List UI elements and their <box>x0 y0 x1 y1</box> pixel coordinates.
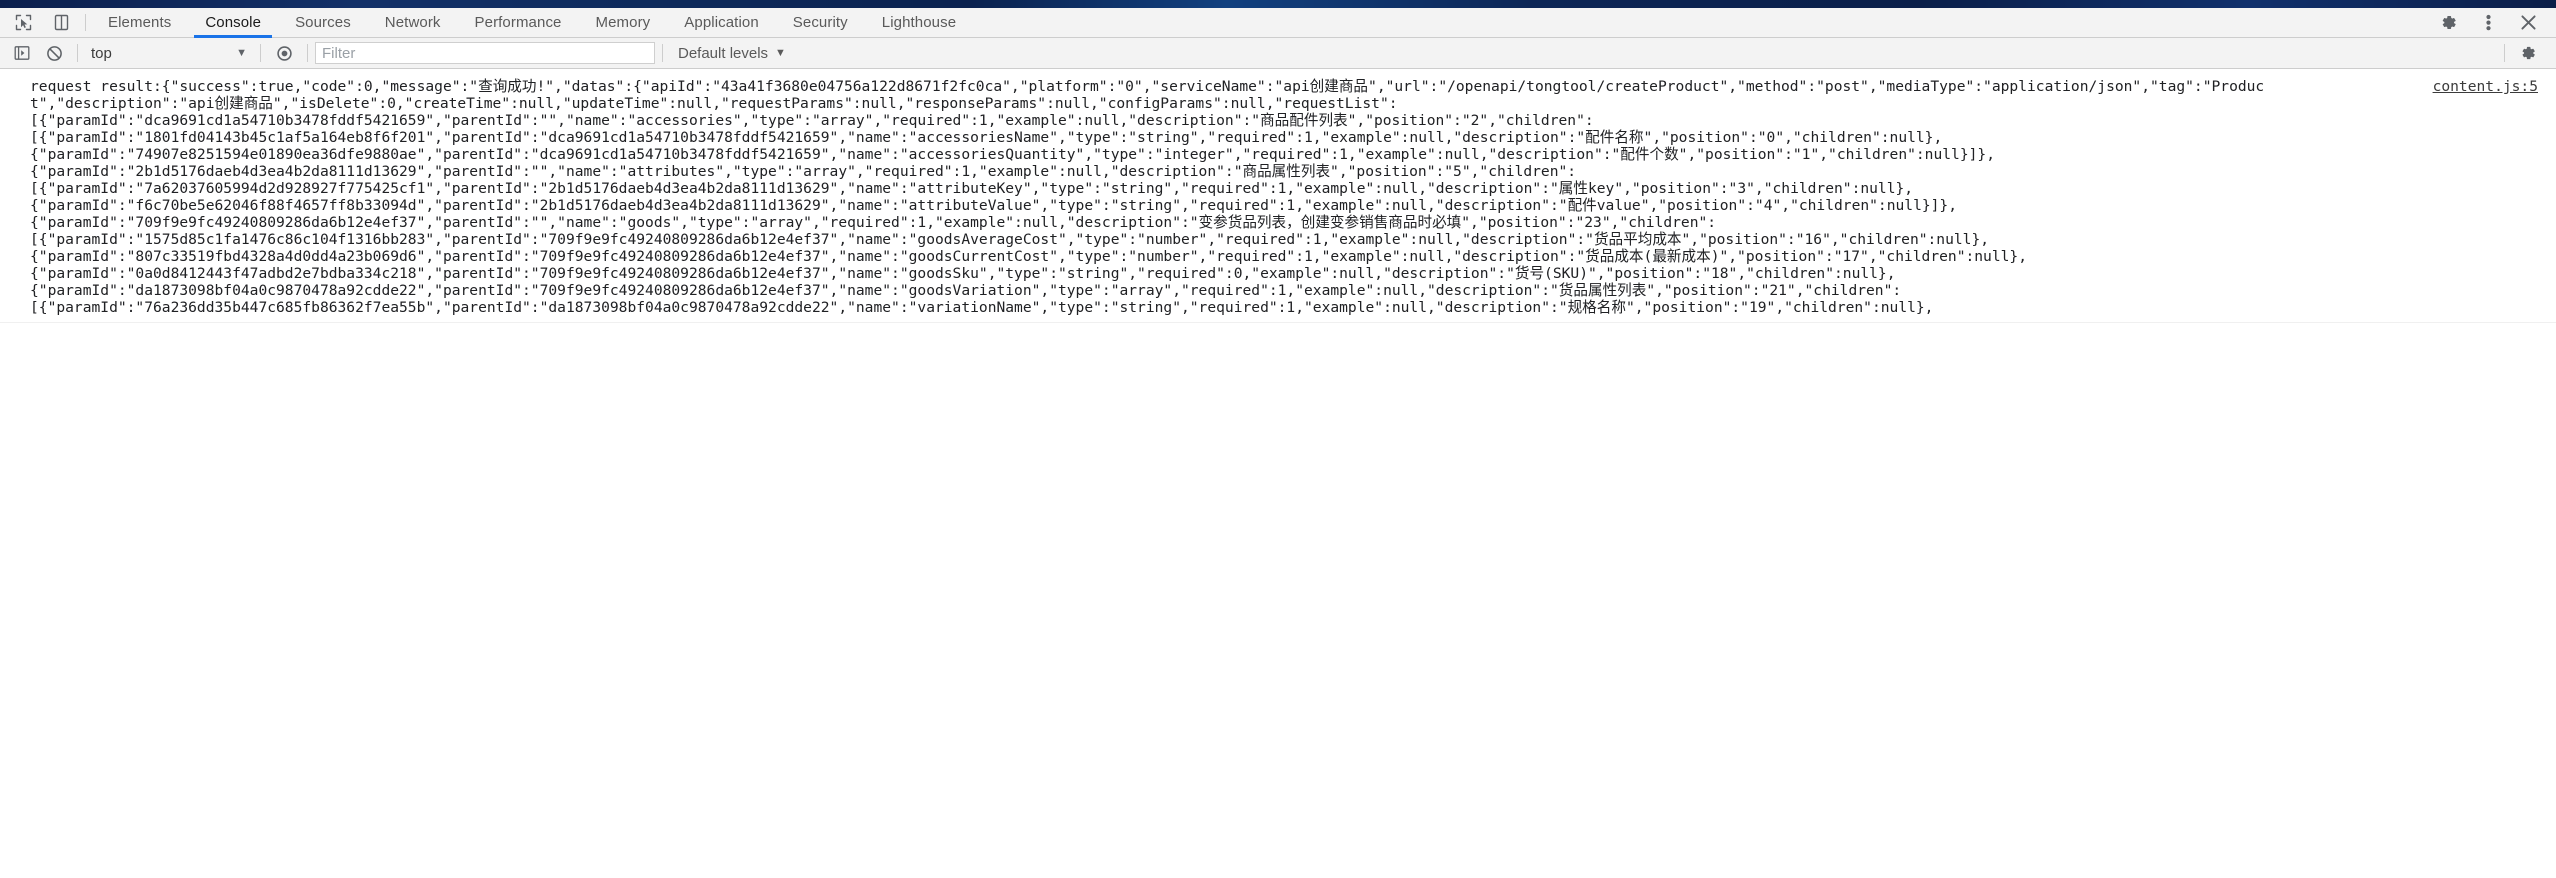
log-levels-dropdown[interactable]: Default levels ▼ <box>670 42 794 64</box>
tab-bar-actions <box>2428 8 2556 37</box>
tab-console[interactable]: Console <box>188 8 278 38</box>
console-filter-toolbar: top ▼ Default levels ▼ <box>0 38 2556 69</box>
console-sidebar-toggle-icon[interactable] <box>6 40 38 66</box>
filter-input[interactable] <box>315 42 655 64</box>
console-toolbar-actions <box>2497 40 2556 66</box>
toolbar-divider <box>77 44 78 62</box>
tab-security[interactable]: Security <box>776 8 865 37</box>
live-expression-eye-icon[interactable] <box>268 40 300 66</box>
tab-label: Lighthouse <box>881 14 957 31</box>
gear-icon[interactable] <box>2428 8 2468 38</box>
toolbar-divider <box>307 44 308 62</box>
execution-context-value: top <box>91 44 112 62</box>
tab-label: Sources <box>295 14 351 31</box>
execution-context-select[interactable]: top ▼ <box>85 42 253 64</box>
close-icon[interactable] <box>2508 8 2548 38</box>
tab-memory[interactable]: Memory <box>579 8 668 37</box>
tab-performance[interactable]: Performance <box>458 8 579 37</box>
device-toolbar-icon[interactable] <box>42 8 80 37</box>
tab-label: Memory <box>595 14 651 31</box>
tab-label: Network <box>384 14 441 31</box>
console-settings-gear-icon[interactable] <box>2512 40 2544 66</box>
clear-console-icon[interactable] <box>38 40 70 66</box>
tab-label: Performance <box>474 14 562 31</box>
toolbar-divider <box>85 14 86 31</box>
tab-lighthouse[interactable]: Lighthouse <box>865 8 973 37</box>
tab-network[interactable]: Network <box>368 8 458 37</box>
panel-tabs: Elements Console Sources Network Perform… <box>91 8 973 38</box>
tab-label: Console <box>205 14 262 31</box>
devtools-tab-bar: Elements Console Sources Network Perform… <box>0 8 2556 38</box>
console-message-text: request result:{"success":true,"code":0,… <box>30 78 2265 316</box>
toolbar-divider <box>260 44 261 62</box>
console-message-list[interactable]: request result:{"success":true,"code":0,… <box>0 69 2556 878</box>
tab-elements[interactable]: Elements <box>91 8 188 37</box>
toolbar-divider <box>2504 44 2505 62</box>
tab-application[interactable]: Application <box>667 8 775 37</box>
tab-label: Elements <box>108 14 172 31</box>
devtools-window: Elements Console Sources Network Perform… <box>0 0 2556 878</box>
chevron-down-icon: ▼ <box>236 47 247 59</box>
tab-sources[interactable]: Sources <box>278 8 368 37</box>
tab-label: Security <box>792 14 848 31</box>
page-content-strip <box>0 0 2556 8</box>
more-options-icon[interactable] <box>2468 8 2508 38</box>
chevron-down-icon: ▼ <box>775 47 786 59</box>
log-levels-value: Default levels <box>678 44 769 62</box>
tab-label: Application <box>684 14 759 31</box>
toolbar-divider <box>662 44 663 62</box>
console-message[interactable]: request result:{"success":true,"code":0,… <box>0 69 2556 323</box>
console-message-source-link[interactable]: content.js:5 <box>2433 78 2538 95</box>
inspect-element-icon[interactable] <box>4 8 42 37</box>
